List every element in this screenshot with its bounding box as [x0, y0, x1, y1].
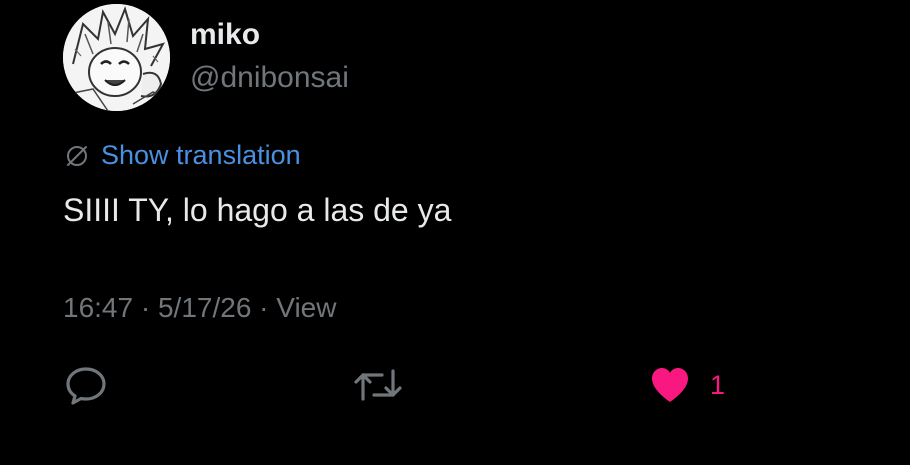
speech-bubble-icon — [66, 367, 106, 405]
user-handle[interactable]: @dnibonsai — [190, 61, 349, 95]
retweet-button[interactable] — [352, 363, 404, 407]
views-link[interactable]: View — [276, 292, 336, 324]
tweet-meta: 16:47 · 5/17/26 · View — [63, 292, 336, 324]
show-translation-label[interactable]: Show translation — [101, 140, 301, 171]
tweet-date[interactable]: 5/17/26 — [158, 292, 251, 324]
like-count: 1 — [710, 369, 726, 400]
tweet-text: SIIII TY, lo hago a las de ya — [63, 192, 452, 228]
retweet-arrows-icon — [354, 369, 402, 401]
meta-separator: · — [251, 292, 277, 323]
like-button[interactable]: 1 — [648, 363, 725, 407]
tweet-time[interactable]: 16:47 — [63, 292, 133, 324]
avatar[interactable] — [63, 4, 170, 111]
avatar-illustration — [63, 4, 170, 111]
heart-filled-icon — [652, 368, 688, 402]
tweet-card: miko @dnibonsai Show translation SIIII T… — [0, 0, 910, 465]
globe-slash-icon — [67, 145, 87, 166]
display-name[interactable]: miko — [190, 18, 260, 52]
meta-separator: · — [133, 292, 158, 323]
reply-button[interactable] — [64, 363, 108, 407]
show-translation-button[interactable]: Show translation — [63, 140, 301, 171]
